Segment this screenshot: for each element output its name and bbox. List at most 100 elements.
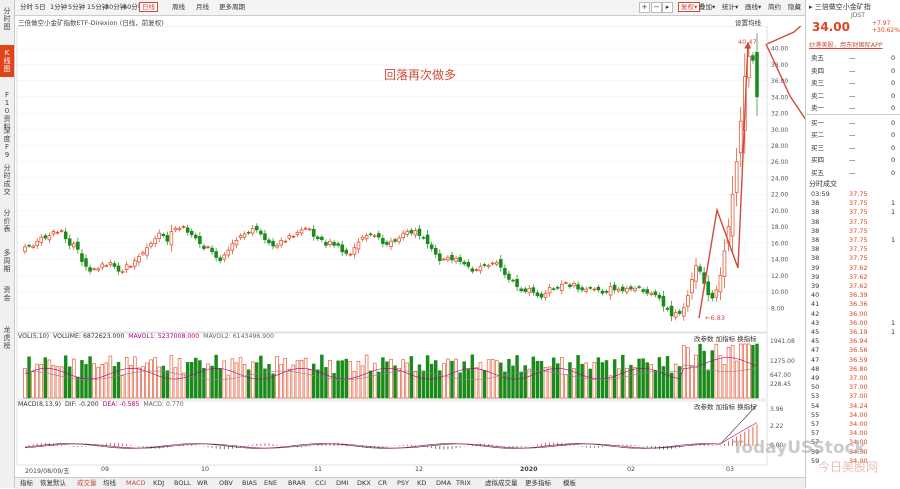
toolbar-item[interactable]: 统计▾ bbox=[720, 2, 740, 12]
indicator-tab[interactable]: 均线 bbox=[103, 479, 116, 488]
trade-row: 57 34.00 bbox=[809, 429, 900, 437]
indicator-tab[interactable]: 指标 bbox=[20, 479, 33, 488]
trades-title: 分时成交 bbox=[809, 180, 837, 188]
volume-bar bbox=[263, 368, 267, 399]
period-tab[interactable]: 周线 bbox=[170, 2, 187, 12]
volume-bar bbox=[356, 361, 361, 399]
indicator-tab[interactable]: 虚拟成交量 bbox=[485, 479, 518, 488]
indicator-tab[interactable]: BOLL bbox=[174, 479, 191, 488]
promo-link[interactable]: 炒港美股，用东财国际APP bbox=[809, 40, 883, 49]
period-tab[interactable]: 更多周期 bbox=[217, 2, 247, 12]
candle-body bbox=[515, 279, 519, 288]
order-book-size: 0 bbox=[891, 118, 896, 127]
vol-edit-params-button[interactable]: 改参数 bbox=[694, 335, 714, 343]
vol-tick-label: 1275.00 bbox=[770, 358, 795, 365]
toolbar-item[interactable]: 简约 bbox=[766, 2, 783, 12]
candle-body bbox=[397, 237, 401, 242]
candle-body bbox=[466, 261, 471, 267]
candle-body bbox=[356, 241, 361, 250]
sidebar-item[interactable]: 多周期 bbox=[0, 245, 14, 277]
nav-button[interactable]: − bbox=[651, 2, 662, 13]
candle-body bbox=[401, 232, 405, 238]
order-book-label: 买二 bbox=[811, 131, 824, 139]
sidebar-item[interactable]: 深度F9 bbox=[0, 123, 14, 163]
candle-body bbox=[303, 227, 308, 230]
volume-bar bbox=[47, 359, 52, 399]
indicator-tab[interactable]: BRAR bbox=[288, 479, 306, 488]
candle-body bbox=[730, 193, 735, 237]
volume-bar bbox=[495, 360, 499, 399]
sidebar-item[interactable]: K线图 bbox=[0, 45, 14, 77]
sidebar-item[interactable]: 资金 bbox=[0, 282, 14, 306]
indicator-tab[interactable]: PSY bbox=[397, 479, 409, 488]
indicator-tab[interactable]: DKX bbox=[357, 479, 371, 488]
candle-body bbox=[612, 284, 617, 291]
indicator-tab[interactable]: DMA bbox=[436, 479, 451, 488]
indicator-tab[interactable]: WR bbox=[197, 479, 208, 488]
candle-body bbox=[250, 227, 255, 234]
order-book-price: — bbox=[849, 104, 856, 112]
candle-body bbox=[519, 288, 523, 292]
trade-price: 37.00 bbox=[849, 383, 868, 392]
nav-button[interactable]: + bbox=[639, 2, 650, 13]
candle-body bbox=[43, 235, 48, 239]
sidebar-item[interactable]: 分价表 bbox=[0, 205, 14, 237]
trade-price: 37.75 bbox=[849, 190, 868, 198]
trade-price: 36.94 bbox=[849, 337, 868, 346]
candle-body bbox=[364, 235, 369, 240]
volume-bar bbox=[556, 363, 560, 399]
y-tick-label: 40.00 bbox=[771, 46, 788, 53]
indicator-tab[interactable]: 成交量 bbox=[77, 479, 97, 488]
candle-body bbox=[104, 265, 109, 267]
vol-tick-label: 1941.08 bbox=[770, 338, 795, 345]
period-tab[interactable]: 月线 bbox=[194, 2, 211, 12]
y-tick-label: 38.00 bbox=[771, 62, 788, 69]
vol-add-indicator-button[interactable]: 加指标 bbox=[716, 335, 736, 343]
stock-name-text: 三倍做空小金矿指 bbox=[814, 3, 871, 11]
candle-body bbox=[377, 233, 381, 238]
period-tab[interactable]: 5分钟 bbox=[66, 2, 87, 12]
macd-switch-indicator-button[interactable]: 换指标 bbox=[737, 403, 757, 411]
period-tab[interactable]: 5日 bbox=[33, 2, 48, 12]
indicator-tab[interactable]: MACD bbox=[126, 479, 145, 488]
indicator-tab[interactable]: CCI bbox=[315, 479, 326, 488]
volume-bar bbox=[96, 366, 100, 399]
kline-chart[interactable]: 8.00 10.00 12.00 14.00 16.00 18.00 20.00 22.00 2… bbox=[15, 26, 805, 476]
candle-body bbox=[470, 268, 475, 272]
indicator-tab[interactable]: KDJ bbox=[153, 479, 164, 488]
macd-edit-params-button[interactable]: 改参数 bbox=[694, 403, 714, 411]
macd-label: MACD(8,13,9) bbox=[18, 401, 62, 408]
trade-volume: 1 bbox=[891, 328, 896, 336]
indicator-tab[interactable]: 模板 bbox=[563, 479, 576, 488]
toolbar-item[interactable]: 隐藏 bbox=[786, 2, 803, 12]
volume-bar bbox=[482, 370, 487, 399]
sidebar-item[interactable]: 龙虎榜 bbox=[0, 322, 14, 354]
indicator-tab[interactable]: CR bbox=[378, 479, 387, 488]
candle-body bbox=[539, 293, 544, 298]
volume-bar bbox=[88, 356, 92, 399]
volume-bar bbox=[157, 366, 161, 399]
sidebar-item[interactable]: 分时图 bbox=[0, 3, 14, 35]
indicator-tab[interactable]: BIAS bbox=[242, 479, 257, 488]
indicator-tab[interactable]: 恢复默认 bbox=[40, 479, 66, 488]
order-book-price: — bbox=[849, 143, 856, 152]
indicator-tab[interactable]: DMI bbox=[336, 479, 349, 488]
indicator-tab[interactable]: ENE bbox=[264, 479, 277, 488]
trade-time: 03:59 bbox=[811, 190, 830, 198]
vol-ma2: MAVOL2: 6143496.900 bbox=[203, 333, 275, 340]
indicator-tab[interactable]: 更多指标 bbox=[525, 479, 551, 488]
period-tab[interactable]: 日线 bbox=[139, 2, 158, 12]
toolbar-item[interactable]: 叠加▾ bbox=[697, 2, 717, 12]
toolbar-item[interactable]: 画线▾ bbox=[743, 2, 763, 12]
trade-price: 36.00 bbox=[849, 309, 868, 318]
sidebar-item[interactable]: 分时成交 bbox=[0, 160, 14, 200]
macd-add-indicator-button[interactable]: 加指标 bbox=[716, 403, 736, 411]
indicator-tab[interactable]: KD bbox=[417, 479, 426, 488]
candle-body bbox=[116, 265, 121, 272]
trade-price: 37.75 bbox=[849, 254, 868, 263]
vol-switch-indicator-button[interactable]: 换指标 bbox=[737, 335, 757, 343]
indicator-tab[interactable]: OBV bbox=[219, 479, 233, 488]
indicator-tab[interactable]: TRIX bbox=[456, 479, 471, 488]
volume-bar bbox=[535, 360, 540, 399]
nav-button[interactable]: ▸ bbox=[662, 2, 673, 13]
